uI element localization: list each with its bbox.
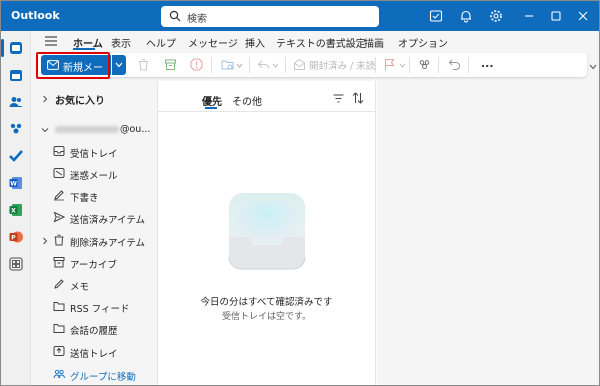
report-icon[interactable] [190,58,203,71]
junk-icon [53,168,65,178]
powerpoint-icon[interactable]: P [8,229,24,245]
tab-message[interactable]: メッセージ [188,35,238,50]
account-suffix: @ou... [120,124,151,135]
toolbar-separator [438,57,439,73]
hamburger-menu-icon[interactable] [45,36,57,46]
envelope-open-icon[interactable] [293,58,306,71]
word-icon[interactable]: W [8,175,24,191]
folder-icon [53,302,65,311]
toolbar-separator [409,57,410,73]
tab-format-text[interactable]: テキストの書式設定 [276,35,366,50]
folder-label: グループに移動 [70,372,136,383]
active-pivot-underline [205,107,217,109]
note-icon [54,279,64,289]
tab-focused[interactable]: 優先 [202,93,222,108]
chevron-right-icon[interactable] [41,237,49,245]
favorites-header[interactable]: お気に入り [55,92,105,107]
flag-icon[interactable] [383,58,396,71]
folder-label: アーカイブ [70,260,117,271]
send-icon [53,211,65,223]
svg-text:P: P [11,235,16,242]
app-rail: W X P [1,31,31,385]
new-mail-dropdown[interactable] [112,55,126,75]
people-app-icon[interactable] [8,94,24,110]
read-unread-button[interactable]: 開封済み / 未読 [309,58,375,72]
todo-app-icon[interactable] [8,148,24,164]
reply-icon[interactable] [257,58,270,71]
search-placeholder: 検索 [187,14,207,25]
rail-active-indicator [1,39,4,57]
folder-label: 下書き [70,193,99,204]
folder-label: メモ [70,282,90,293]
mail-app-icon[interactable] [8,40,24,56]
sort-icon[interactable] [352,92,364,104]
maximize-icon[interactable] [548,8,564,24]
toolbar-separator [375,57,376,73]
toolbar-separator [211,57,212,73]
more-apps-icon[interactable] [8,256,24,272]
account-header[interactable]: @ou... [55,124,150,135]
tab-options[interactable]: オプション [398,35,448,50]
svg-text:X: X [11,208,16,215]
tab-insert[interactable]: 挿入 [245,35,265,50]
groups-app-icon[interactable] [8,121,24,137]
folder-label: 会話の履歴 [70,326,118,337]
redacted-email [55,126,119,133]
empty-state-subtitle: 受信トレイは空です。 [221,312,312,322]
outbox-icon [53,346,65,356]
app-title: Outlook [11,9,60,22]
chevron-down-icon[interactable] [399,63,406,68]
reading-pane [377,81,599,385]
minimize-icon[interactable] [521,8,537,24]
empty-inbox-illustration [228,193,306,270]
search-box[interactable]: 検索 [161,6,379,27]
svg-text:W: W [10,181,17,188]
close-icon[interactable] [575,8,591,24]
search-icon [169,10,181,22]
todo-icon[interactable] [429,9,443,23]
folder-label: 迷惑メール [70,171,118,182]
delete-icon[interactable] [137,58,150,71]
title-bar: Outlook 検索 [1,1,599,31]
chevron-down-icon [115,62,123,68]
chevron-down-icon[interactable] [236,63,243,68]
gear-icon[interactable] [489,9,503,23]
chevron-down-icon[interactable] [41,126,49,134]
archive-icon[interactable] [164,58,177,71]
filter-icon[interactable] [333,94,344,103]
undo-icon[interactable] [448,58,461,71]
chevron-down-icon[interactable] [589,64,597,70]
folder-label: 送信トレイ [70,349,118,360]
group-people-icon[interactable] [418,58,431,71]
draft-icon [54,190,64,201]
folder-label: 受信トレイ [70,149,118,160]
group-icon [53,369,65,379]
excel-icon[interactable]: X [8,202,24,218]
move-to-icon[interactable] [221,58,234,71]
archive-icon [53,257,65,268]
folder-label: 削除済みアイテム [70,238,146,249]
toolbar-separator [468,57,469,73]
trash-icon [54,234,64,246]
chevron-down-icon[interactable] [272,63,279,68]
more-options-button[interactable]: ... [481,57,494,70]
list-divider [157,111,376,112]
highlight-box [36,52,110,79]
bell-icon[interactable] [459,9,473,23]
active-tab-underline [73,48,95,50]
calendar-app-icon[interactable] [8,67,24,83]
tab-draw[interactable]: 描画 [364,35,384,50]
empty-state-title: 今日の分はすべて確認済みです [200,297,333,308]
tab-view[interactable]: 表示 [111,35,131,50]
toolbar-separator [285,57,286,73]
tab-help[interactable]: ヘルプ [146,35,176,50]
folder-icon [53,324,65,333]
inbox-icon [53,146,65,156]
folder-label: 送信済みアイテム [70,215,146,226]
tab-other[interactable]: その他 [232,93,262,108]
chevron-right-icon[interactable] [41,95,49,103]
outlook-window: Outlook 検索 W X P ホーム 表示 ヘルプ メッセージ 挿入 テキス… [0,0,600,386]
toolbar-separator [249,57,250,73]
folder-label: RSS フィード [70,304,130,315]
